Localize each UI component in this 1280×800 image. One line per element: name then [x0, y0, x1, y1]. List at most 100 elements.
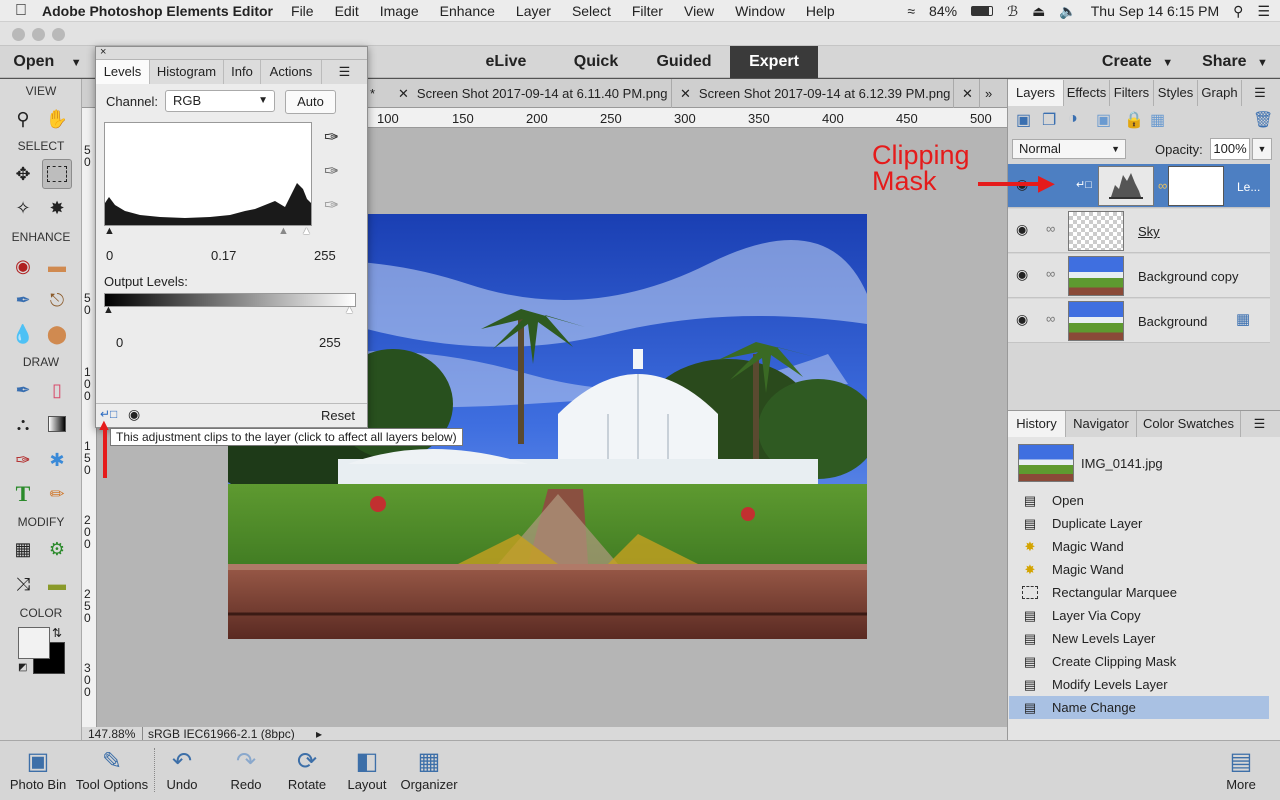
smart-brush-tool-icon[interactable]: ✒: [8, 285, 38, 315]
tab-effects[interactable]: Effects: [1064, 80, 1110, 106]
history-step[interactable]: ▤ Modify Levels Layer: [1020, 673, 1270, 696]
new-group-icon[interactable]: ❐: [1042, 110, 1056, 130]
app-name-menu[interactable]: Adobe Photoshop Elements Editor: [42, 3, 273, 19]
tab-graphics[interactable]: Graph: [1198, 80, 1242, 106]
visibility-eye-icon[interactable]: ◉: [1016, 221, 1028, 238]
layer-row-background[interactable]: ◉ ∞ Background ▦: [1008, 299, 1270, 343]
menu-image[interactable]: Image: [380, 3, 419, 19]
history-step[interactable]: ▤ New Levels Layer: [1020, 627, 1270, 650]
layer-mask-thumbnail[interactable]: [1168, 166, 1224, 206]
pencil-tool-icon[interactable]: ✏: [42, 479, 72, 509]
notification-center-icon[interactable]: ☰: [1257, 3, 1270, 20]
content-aware-move-tool-icon[interactable]: ⤨: [8, 569, 38, 599]
gradient-tool-icon[interactable]: [42, 409, 72, 439]
brush-tool-icon[interactable]: ✒: [8, 375, 38, 405]
swap-colors-icon[interactable]: ⇅: [52, 626, 62, 640]
custom-shape-tool-icon[interactable]: ✱: [42, 445, 72, 475]
menu-edit[interactable]: Edit: [335, 3, 359, 19]
visibility-eye-icon[interactable]: ◉: [1016, 311, 1028, 328]
apple-icon[interactable]: : [0, 2, 42, 20]
output-black-value[interactable]: 0: [116, 335, 123, 350]
menu-view[interactable]: View: [684, 3, 714, 19]
doc-tab-2[interactable]: ✕ Screen Shot 2017-09-14 at 6.12.39 PM.pn…: [672, 79, 954, 108]
lock-pixels-icon[interactable]: ▦: [1150, 110, 1165, 130]
output-white-slider[interactable]: ▲: [344, 304, 355, 316]
partial-tab-marker[interactable]: *: [370, 79, 390, 108]
organizer-button[interactable]: ▦ Organizer: [398, 745, 460, 793]
lock-icon[interactable]: 🔒: [1124, 110, 1144, 130]
new-layer-icon[interactable]: ▣: [1016, 110, 1031, 130]
menu-enhance[interactable]: Enhance: [440, 3, 495, 19]
bluetooth-icon[interactable]: ℬ: [1007, 3, 1018, 20]
layer-row-sky[interactable]: ◉ ∞ Sky: [1008, 209, 1270, 253]
blur-tool-icon[interactable]: 💧: [8, 319, 38, 349]
history-step-selected[interactable]: ▤ Name Change: [1009, 696, 1269, 719]
crop-tool-icon[interactable]: ▦: [8, 534, 38, 564]
layer-mask-icon[interactable]: ▣: [1096, 110, 1111, 130]
input-black-slider[interactable]: ▲: [104, 225, 115, 237]
tab-actions[interactable]: Actions: [261, 60, 322, 84]
recompose-tool-icon[interactable]: ⚙: [42, 534, 72, 564]
layout-button[interactable]: ◧ Layout: [342, 745, 392, 793]
window-minimize-button[interactable]: [32, 28, 45, 41]
move-tool-icon[interactable]: ✥: [8, 159, 38, 189]
tab-layers[interactable]: Layers: [1008, 80, 1064, 106]
menu-layer[interactable]: Layer: [516, 3, 551, 19]
menu-window[interactable]: Window: [735, 3, 785, 19]
layer-name[interactable]: Background: [1138, 314, 1207, 329]
layer-name[interactable]: Sky: [1138, 224, 1160, 239]
input-white-value[interactable]: 255: [314, 248, 336, 263]
history-step[interactable]: ▤ Create Clipping Mask: [1020, 650, 1270, 673]
type-tool-icon[interactable]: T: [8, 479, 38, 509]
clock[interactable]: Thu Sep 14 6:15 PM: [1091, 3, 1219, 19]
mode-quick[interactable]: Quick: [552, 46, 640, 78]
chain-link-icon[interactable]: ∞: [1046, 311, 1055, 326]
white-eyedropper-icon[interactable]: ✑: [324, 195, 339, 216]
foreground-color-swatch[interactable]: [18, 627, 50, 659]
input-black-value[interactable]: 0: [106, 248, 113, 263]
panel-menu-icon[interactable]: ☰: [322, 60, 367, 84]
output-white-value[interactable]: 255: [319, 335, 341, 350]
tab-color-swatches[interactable]: Color Swatches: [1137, 411, 1241, 437]
trash-icon[interactable]: 🗑: [1253, 110, 1273, 130]
healing-brush-tool-icon[interactable]: ▬: [42, 251, 72, 281]
reset-button[interactable]: Reset: [321, 408, 355, 423]
rotate-button[interactable]: ⟳ Rotate: [282, 745, 332, 793]
tab-filters[interactable]: Filters: [1110, 80, 1154, 106]
zoom-tool-icon[interactable]: ⚲: [8, 104, 38, 134]
spotlight-search-icon[interactable]: ⚲: [1233, 3, 1243, 20]
tabs-overflow-icon[interactable]: »: [985, 79, 992, 108]
chain-link-icon[interactable]: ∞: [1046, 266, 1055, 281]
battery-percent[interactable]: 84%: [929, 3, 957, 19]
mode-elive[interactable]: eLive: [462, 46, 550, 78]
blend-mode-select[interactable]: Normal ▼: [1012, 139, 1126, 159]
panel-menu-icon[interactable]: ☰: [1241, 411, 1278, 437]
menu-select[interactable]: Select: [572, 3, 611, 19]
snapshot-thumbnail[interactable]: [1018, 444, 1074, 482]
create-button[interactable]: Create ▼: [1090, 46, 1185, 78]
black-eyedropper-icon[interactable]: ✑: [324, 127, 339, 148]
undo-button[interactable]: ↶ Undo: [158, 745, 206, 793]
menu-file[interactable]: File: [291, 3, 314, 19]
visibility-eye-icon[interactable]: ◉: [1016, 266, 1028, 283]
share-button[interactable]: Share ▼: [1190, 46, 1280, 78]
input-white-slider[interactable]: ▲: [301, 225, 312, 237]
lasso-tool-icon[interactable]: ✧: [8, 193, 38, 223]
adjustment-layer-icon[interactable]: ◑: [1068, 110, 1078, 128]
opacity-dropdown-icon[interactable]: ▼: [1252, 138, 1272, 160]
eject-icon[interactable]: ⏏: [1032, 3, 1045, 20]
tab-history[interactable]: History: [1008, 411, 1066, 437]
history-step[interactable]: ▤ Open: [1020, 489, 1270, 512]
photo-bin-button[interactable]: ▣ Photo Bin: [6, 745, 70, 793]
snapshot-name[interactable]: IMG_0141.jpg: [1081, 456, 1163, 471]
history-step[interactable]: ▤ Duplicate Layer: [1020, 512, 1270, 535]
open-button[interactable]: Open ▼: [0, 46, 95, 78]
gray-eyedropper-icon[interactable]: ✑: [324, 161, 339, 182]
close-icon[interactable]: ✕: [680, 86, 691, 101]
doc-tab-1[interactable]: ✕ Screen Shot 2017-09-14 at 6.11.40 PM.pn…: [390, 79, 672, 108]
history-step[interactable]: ✸ Magic Wand: [1020, 558, 1270, 581]
menu-filter[interactable]: Filter: [632, 3, 663, 19]
red-eye-tool-icon[interactable]: ◉: [8, 251, 38, 281]
magic-wand-tool-icon[interactable]: ✸: [42, 193, 72, 223]
close-icon[interactable]: ✕: [398, 86, 409, 101]
